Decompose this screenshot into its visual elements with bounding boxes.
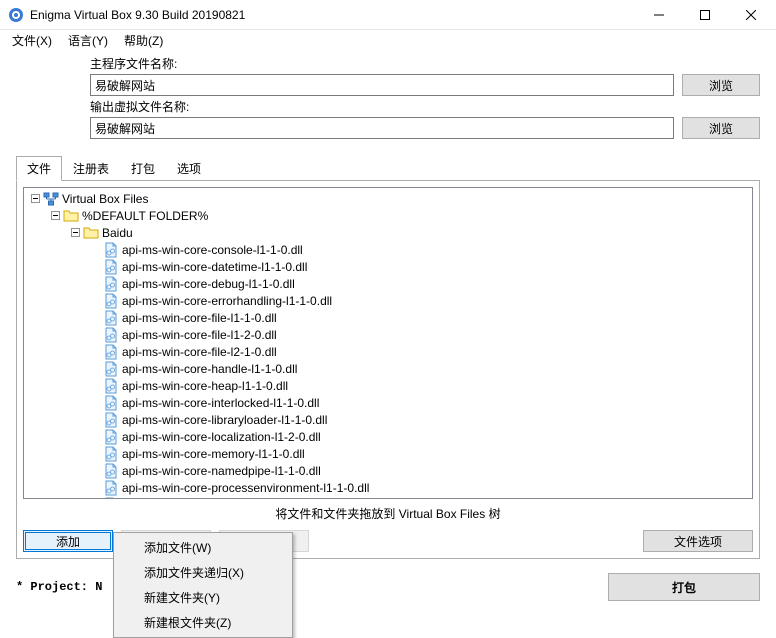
tree-file-label[interactable]: api-ms-win-core-file-l2-1-0.dll [122, 345, 277, 359]
dll-file-icon [103, 293, 119, 309]
tab-strip: 文件 注册表 打包 选项 [16, 155, 760, 181]
project-label: * Project: N [16, 580, 102, 594]
file-paths-form: 主程序文件名称: 浏览 输出虚拟文件名称: 浏览 [0, 51, 776, 149]
tree-file-label[interactable]: api-ms-win-core-heap-l1-1-0.dll [122, 379, 288, 393]
dll-file-icon [103, 361, 119, 377]
collapse-icon[interactable] [50, 210, 61, 221]
tree-file-label[interactable]: api-ms-win-core-errorhandling-l1-1-0.dll [122, 294, 332, 308]
output-file-label: 输出虚拟文件名称: [90, 98, 760, 115]
close-button[interactable] [728, 0, 774, 30]
dll-file-icon [103, 242, 119, 258]
tree-file-label[interactable]: api-ms-win-core-memory-l1-1-0.dll [122, 447, 305, 461]
file-options-button[interactable]: 文件选项 [643, 530, 753, 552]
cm-add-file[interactable]: 添加文件(W) [116, 535, 290, 560]
dll-file-icon [103, 480, 119, 496]
dll-file-icon [103, 463, 119, 479]
tree-file-label[interactable]: api-ms-win-core-processthreads-l1-1-0.dl… [122, 498, 343, 500]
dll-file-icon [103, 395, 119, 411]
output-file-input[interactable] [90, 117, 674, 139]
cm-new-folder[interactable]: 新建文件夹(Y) [116, 585, 290, 610]
menu-language[interactable]: 语言(Y) [60, 30, 116, 51]
tree-file-label[interactable]: api-ms-win-core-libraryloader-l1-1-0.dll [122, 413, 327, 427]
menu-file[interactable]: 文件(X) [4, 30, 60, 51]
tree-file-label[interactable]: api-ms-win-core-file-l1-1-0.dll [122, 311, 277, 325]
tree-folder-label[interactable]: Baidu [102, 226, 133, 240]
tree-file-label[interactable]: api-ms-win-core-interlocked-l1-1-0.dll [122, 396, 319, 410]
tree-root-label[interactable]: Virtual Box Files [62, 192, 148, 206]
dll-file-icon [103, 412, 119, 428]
window-title: Enigma Virtual Box 9.30 Build 20190821 [30, 8, 636, 22]
tab-files[interactable]: 文件 [16, 156, 62, 181]
titlebar: Enigma Virtual Box 9.30 Build 20190821 [0, 0, 776, 30]
browse-output-button[interactable]: 浏览 [682, 117, 760, 139]
collapse-icon[interactable] [30, 193, 41, 204]
minimize-button[interactable] [636, 0, 682, 30]
dll-file-icon [103, 497, 119, 500]
folder-open-icon [63, 208, 79, 224]
tree-folder-label[interactable]: %DEFAULT FOLDER% [82, 209, 208, 223]
dll-file-icon [103, 259, 119, 275]
folder-open-icon [83, 225, 99, 241]
tab-registry[interactable]: 注册表 [62, 156, 120, 181]
dll-file-icon [103, 327, 119, 343]
cm-new-root-folder[interactable]: 新建根文件夹(Z) [116, 610, 290, 635]
cm-add-folder-recursive[interactable]: 添加文件夹递归(X) [116, 560, 290, 585]
add-context-menu: 添加文件(W) 添加文件夹递归(X) 新建文件夹(Y) 新建根文件夹(Z) [113, 532, 293, 638]
tree-file-label[interactable]: api-ms-win-core-file-l1-2-0.dll [122, 328, 277, 342]
browse-main-button[interactable]: 浏览 [682, 74, 760, 96]
tab-options[interactable]: 选项 [166, 156, 212, 181]
tree-file-label[interactable]: api-ms-win-core-namedpipe-l1-1-0.dll [122, 464, 321, 478]
main-file-input[interactable] [90, 74, 674, 96]
tree-file-label[interactable]: api-ms-win-core-localization-l1-2-0.dll [122, 430, 321, 444]
add-button[interactable]: 添加 [23, 530, 113, 552]
drop-hint: 将文件和文件夹拖放到 Virtual Box Files 树 [23, 505, 753, 522]
collapse-icon[interactable] [70, 227, 81, 238]
tab-content-files: Virtual Box Files %DEFAULT FOLDER% Baidu ap… [16, 181, 760, 559]
maximize-button[interactable] [682, 0, 728, 30]
dll-file-icon [103, 310, 119, 326]
tree-file-label[interactable]: api-ms-win-core-datetime-l1-1-0.dll [122, 260, 307, 274]
app-icon [8, 7, 24, 23]
tree-file-label[interactable]: api-ms-win-core-handle-l1-1-0.dll [122, 362, 297, 376]
pack-button[interactable]: 打包 [608, 573, 760, 601]
dll-file-icon [103, 276, 119, 292]
dll-file-icon [103, 446, 119, 462]
menu-help[interactable]: 帮助(Z) [116, 30, 171, 51]
dll-file-icon [103, 378, 119, 394]
dll-file-icon [103, 344, 119, 360]
file-tree[interactable]: Virtual Box Files %DEFAULT FOLDER% Baidu ap… [23, 187, 753, 499]
dll-file-icon [103, 429, 119, 445]
main-file-label: 主程序文件名称: [90, 55, 760, 72]
tree-file-label[interactable]: api-ms-win-core-processenvironment-l1-1-… [122, 481, 369, 495]
tree-file-label[interactable]: api-ms-win-core-debug-l1-1-0.dll [122, 277, 295, 291]
menubar: 文件(X) 语言(Y) 帮助(Z) [0, 30, 776, 51]
tree-root-icon [43, 191, 59, 207]
tab-pack[interactable]: 打包 [120, 156, 166, 181]
tree-file-label[interactable]: api-ms-win-core-console-l1-1-0.dll [122, 243, 303, 257]
